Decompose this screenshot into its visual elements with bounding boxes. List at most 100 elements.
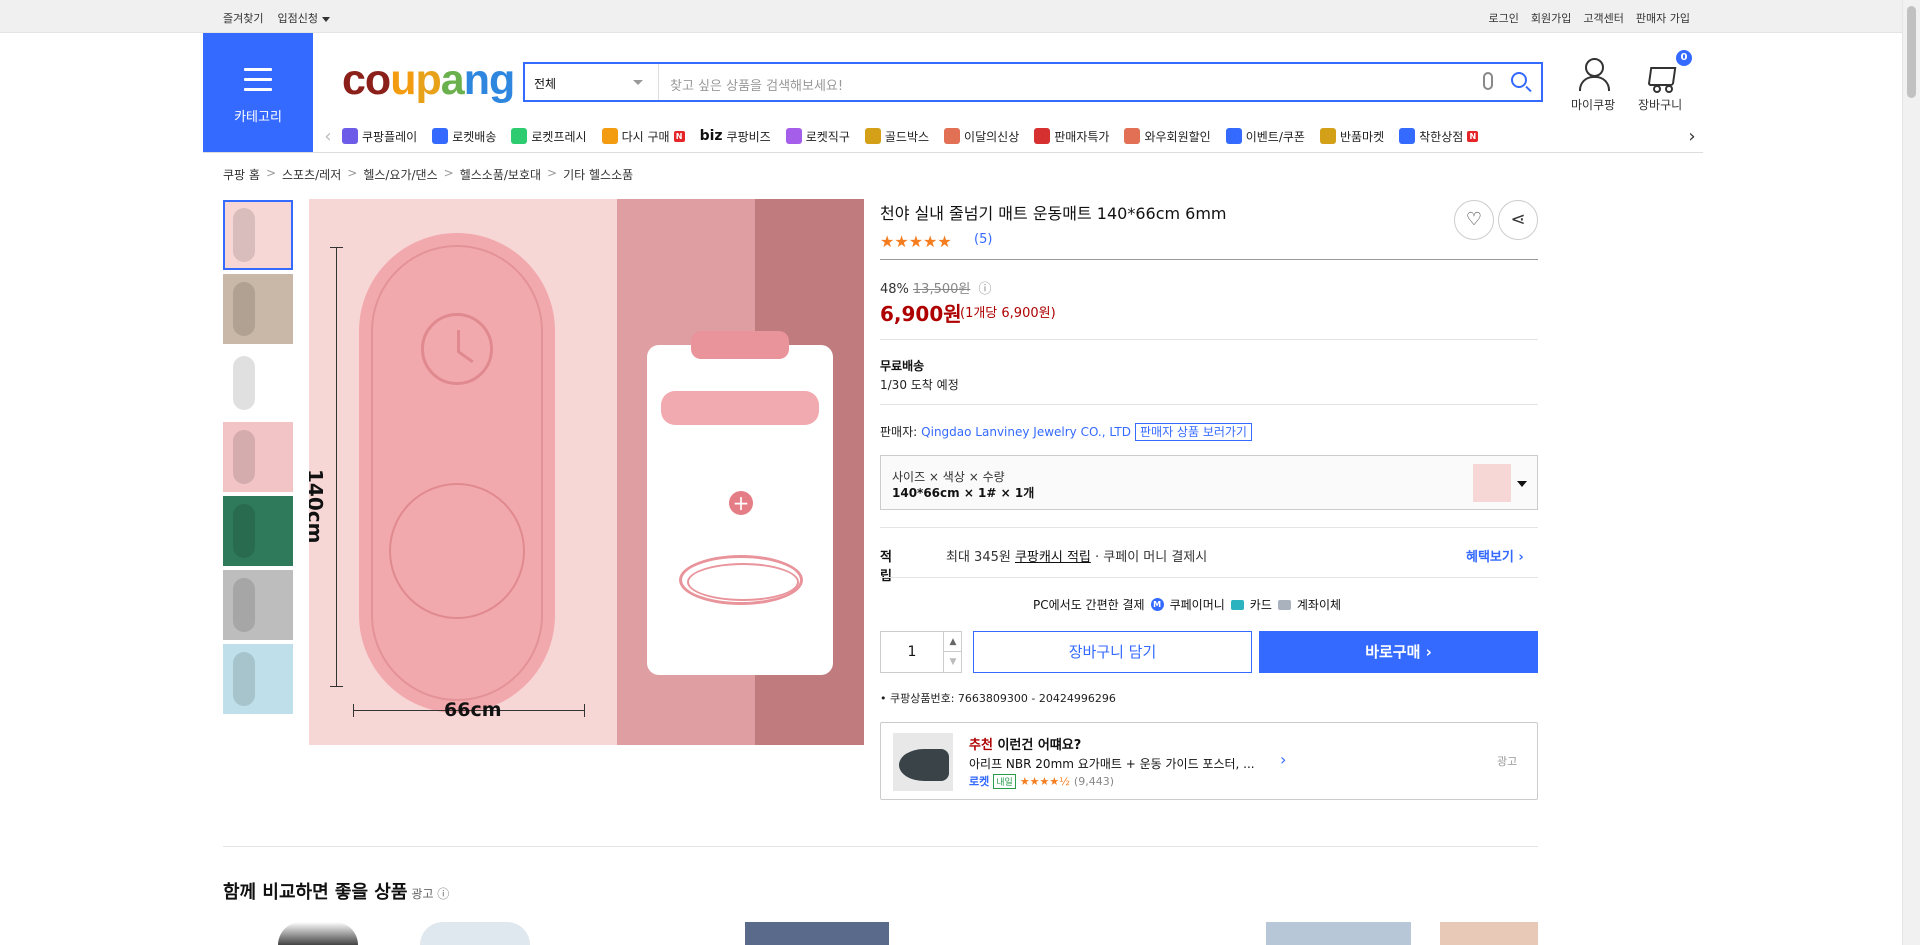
page-scrollbar[interactable]: [1902, 0, 1920, 945]
login-link[interactable]: 로그인: [1489, 10, 1519, 26]
nav-icon: [1124, 128, 1141, 144]
thumbnail-mat: [233, 578, 255, 632]
nav-item[interactable]: 다시 구매 N: [601, 128, 685, 145]
product-thumbnail[interactable]: [223, 422, 293, 492]
breadcrumb: 쿠팡 홈 > 스포츠/레저 > 헬스/요가/댄스 > 헬스소품/보호대 > 기타 헬스소품: [223, 166, 633, 183]
nav-item[interactable]: 로켓직구: [785, 128, 850, 145]
height-dimension-line: [330, 247, 343, 687]
nav-item-label: 쿠팡비즈: [726, 129, 771, 144]
nav-next-arrow[interactable]: ›: [1684, 126, 1700, 147]
nav-item[interactable]: 쿠팡플레이: [342, 128, 417, 145]
benefit-link[interactable]: 혜택보기 ›: [1466, 546, 1524, 565]
emblem-circle: [389, 483, 525, 619]
recommend-box[interactable]: 추천 이런건 어떄요? 아리프 NBR 20mm 요가매트 + 운동 가이드 포…: [880, 722, 1538, 800]
mat-illustration: [359, 233, 555, 713]
support-link[interactable]: 고객센터: [1583, 10, 1623, 26]
compare-product-image[interactable]: [278, 922, 358, 945]
search-scope-select[interactable]: 전체: [525, 64, 659, 100]
arrival-date: 1/30 도착 예정: [880, 378, 959, 392]
width-label: 66cm: [444, 699, 502, 721]
original-price: 13,500원: [912, 282, 971, 297]
reward-amount: 최대 345원: [946, 550, 1015, 565]
package-tab: [691, 331, 789, 359]
logo-letter: a: [440, 56, 465, 104]
compare-product-image[interactable]: [1266, 922, 1411, 945]
nav-item[interactable]: 반품마켓: [1319, 128, 1384, 145]
recommend-item-name[interactable]: 아리프 NBR 20mm 요가매트 + 운동 가이드 포스터, ...: [969, 755, 1274, 772]
rolled-mat: [661, 391, 819, 425]
nav-item-label: 골드박스: [884, 129, 930, 144]
hamburger-icon: [244, 68, 272, 98]
mypage-button[interactable]: 마이쿠팡: [1571, 58, 1615, 113]
nav-icon: [944, 128, 961, 144]
recommend-meta: 로켓 내일 ★★★★½ (9,443): [969, 773, 1114, 789]
quantity-down-icon[interactable]: ▼: [943, 652, 962, 672]
quantity-up-icon[interactable]: ▲: [943, 632, 962, 652]
scrollbar-thumb[interactable]: [1907, 6, 1916, 98]
nav-prev-arrow[interactable]: ‹: [320, 126, 336, 147]
heart-icon[interactable]: ♡: [1454, 200, 1494, 240]
compare-product-image[interactable]: [1440, 922, 1538, 945]
microphone-icon[interactable]: [1483, 72, 1493, 90]
breadcrumb-separator: >: [547, 166, 558, 180]
recommend-image: [893, 733, 953, 791]
unit-price: (1개당 6,900원): [960, 306, 1056, 321]
apply-link[interactable]: 입점신청: [277, 10, 330, 26]
product-thumbnail[interactable]: [223, 496, 293, 566]
rocket-badge: 로켓: [969, 775, 990, 788]
thumbnail-mat: [233, 356, 255, 410]
seller-row: 판매자: Qingdao Lanviney Jewelry CO., LTD 판매자…: [880, 423, 1252, 441]
add-to-cart-button[interactable]: 장바구니 담기: [973, 631, 1252, 673]
main-product-image[interactable]: 140cm 66cm +: [309, 199, 864, 745]
product-thumbnail[interactable]: [223, 348, 293, 418]
seller-products-button[interactable]: 판매자 상품 보러가기: [1134, 423, 1252, 441]
recommend-stars: ★★★★½: [1019, 774, 1070, 788]
seller-signup-link[interactable]: 판매자 가입: [1636, 10, 1690, 26]
nav-item[interactable]: 와우회원할인: [1124, 128, 1211, 145]
buy-now-button[interactable]: 바로구매 ›: [1259, 631, 1538, 673]
product-thumbnail[interactable]: [223, 274, 293, 344]
coupang-cash-link[interactable]: 쿠팡캐시 적립: [1015, 550, 1091, 565]
share-icon[interactable]: ⋖: [1498, 200, 1538, 240]
nav-item-label: 와우회원할인: [1144, 129, 1211, 144]
product-thumbnail[interactable]: [223, 570, 293, 640]
chevron-right-icon[interactable]: ›: [1280, 750, 1286, 769]
quantity-input[interactable]: 1: [881, 644, 943, 660]
option-selector[interactable]: 사이즈 × 색상 × 수량 140*66cm × 1# × 1개: [880, 455, 1538, 510]
nav-item[interactable]: 이달의신상: [944, 128, 1019, 145]
signup-link[interactable]: 회원가입: [1531, 10, 1571, 26]
coupang-logo[interactable]: coupang: [342, 56, 515, 104]
compare-product-image[interactable]: [745, 922, 889, 945]
card-icon: [1230, 599, 1244, 610]
product-thumbnail[interactable]: [223, 200, 293, 270]
compare-product-image[interactable]: [420, 922, 530, 945]
chevron-down-icon: [1517, 481, 1527, 487]
card-label: 카드: [1249, 598, 1272, 612]
nav-item[interactable]: 로켓배송: [432, 128, 496, 145]
category-button[interactable]: 카테고리: [203, 33, 313, 152]
discount-row: 48% 13,500원 ⓘ: [880, 278, 992, 297]
rating-count[interactable]: (5): [974, 232, 992, 247]
logo-letter: n: [463, 56, 490, 104]
seller-name-link[interactable]: Qingdao Lanviney Jewelry CO., LTD: [921, 425, 1131, 439]
breadcrumb-item[interactable]: 헬스소품/보호대: [460, 166, 541, 183]
nav-item[interactable]: 착한상점 N: [1399, 128, 1479, 145]
breadcrumb-item[interactable]: 쿠팡 홈: [223, 166, 260, 183]
breadcrumb-item[interactable]: 스포츠/레저: [282, 166, 341, 183]
product-thumbnail[interactable]: [223, 644, 293, 714]
nav-item[interactable]: 이벤트/쿠폰: [1225, 128, 1305, 145]
jump-rope: [687, 563, 799, 601]
breadcrumb-item[interactable]: 기타 헬스소품: [563, 166, 633, 183]
info-icon[interactable]: ⓘ: [979, 282, 992, 297]
nav-item[interactable]: biz 쿠팡비즈: [700, 128, 771, 145]
breadcrumb-item[interactable]: 헬스/요가/댄스: [363, 166, 437, 183]
nav-item[interactable]: 판매자특가: [1034, 128, 1109, 145]
nav-item[interactable]: 로켓프레시: [511, 128, 587, 145]
search-icon[interactable]: [1511, 72, 1527, 88]
cart-button[interactable]: 장바구니: [1638, 58, 1682, 113]
nav-icon: [601, 128, 618, 144]
nav-item[interactable]: 골드박스: [864, 128, 930, 145]
bookmark-link[interactable]: 즐겨찾기: [223, 10, 263, 26]
search-input[interactable]: 찾고 싶은 상품을 검색해보세요!: [670, 75, 843, 94]
ad-label: 광고: [1497, 755, 1518, 768]
